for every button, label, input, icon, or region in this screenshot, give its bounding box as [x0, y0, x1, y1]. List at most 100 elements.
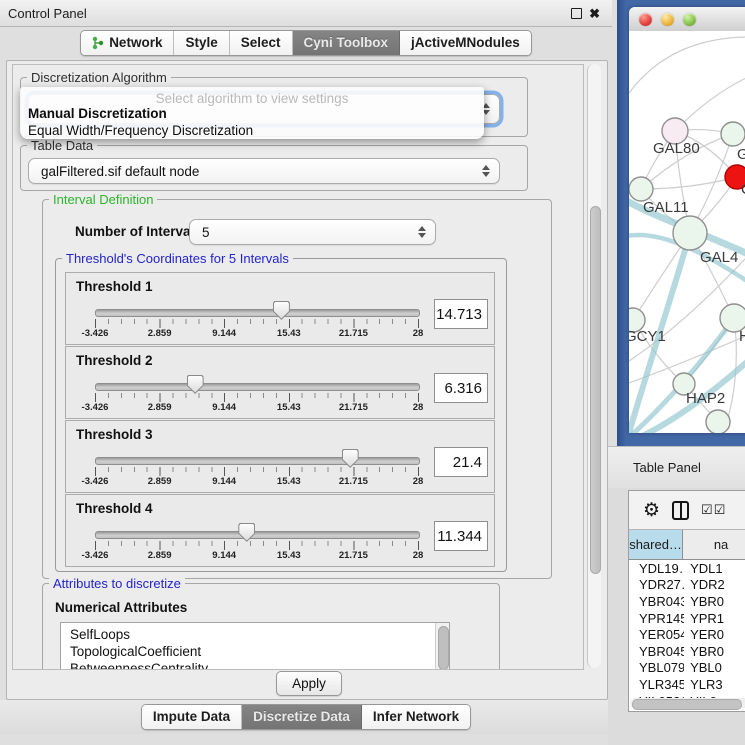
number-of-intervals-combobox[interactable]: 5	[189, 219, 436, 245]
table-cell[interactable]: YBL0	[684, 660, 745, 675]
attribute-list-item[interactable]: SelfLoops	[70, 626, 449, 643]
table-cell[interactable]: YLR3	[684, 677, 745, 692]
column-header-name[interactable]: na	[683, 530, 745, 559]
settings-scrollbar-thumb[interactable]	[590, 206, 601, 574]
tab-select[interactable]: Select	[230, 31, 293, 55]
table-cell[interactable]: YDR27…	[629, 577, 684, 592]
table-row[interactable]: YDR27…YDR2	[629, 577, 745, 594]
threshold-1-slider-track[interactable]	[95, 309, 420, 317]
slider-ticks	[95, 541, 420, 550]
upper-right-node[interactable]	[721, 122, 745, 146]
table-row[interactable]: YER054CYER0	[629, 626, 745, 643]
tick-label: -3.426	[82, 328, 109, 339]
combo-arrows-icon	[417, 226, 426, 238]
attribute-list-item[interactable]: TopologicalCoefficient	[70, 643, 449, 660]
GAL4-node[interactable]	[673, 216, 707, 250]
table-row[interactable]: YBL079WYBL0	[629, 660, 745, 677]
threshold-3-label: Threshold 3	[76, 427, 153, 442]
table-cell[interactable]: YBR0	[684, 644, 745, 659]
table-panel-title: Table Panel	[608, 460, 701, 475]
table-cell[interactable]: YPR1	[684, 611, 745, 626]
tick-label: 9.144	[212, 550, 236, 561]
threshold-3-value-field[interactable]: 21.4	[434, 447, 488, 477]
attributes-list-scrollbar[interactable]	[435, 623, 449, 670]
table-row[interactable]: YBR045CYBR0	[629, 643, 745, 660]
threshold-1-value-field[interactable]: 14.713	[434, 299, 488, 329]
tick-label: 15.43	[277, 328, 301, 339]
attribute-list-item[interactable]: BetweennessCentrality	[70, 660, 449, 670]
tab-cyni-toolbox[interactable]: Cyni Toolbox	[293, 31, 401, 55]
zoom-window-icon[interactable]	[683, 13, 696, 26]
network-window-titlebar[interactable]	[629, 7, 745, 32]
node-label-H: H	[739, 328, 745, 345]
tick-label: 9.144	[212, 402, 236, 413]
control-panel-titlebar: Control Panel ✖	[0, 0, 612, 27]
table-data-group: Table Data galFiltered.sif default node	[20, 145, 528, 191]
table-cell[interactable]: YDL19…	[629, 561, 684, 576]
threshold-4-slider-track[interactable]	[95, 531, 420, 539]
settings-vertical-scrollbar[interactable]	[587, 64, 601, 668]
tab-cyni-toolbox-label: Cyni Toolbox	[304, 35, 389, 50]
tab-network[interactable]: Network	[81, 31, 174, 55]
network-canvas[interactable]: GAL80GACGAL11GAL4GCY1HHAP2	[629, 31, 745, 433]
table-cell[interactable]: YDR2	[684, 577, 745, 592]
minimize-window-icon[interactable]	[661, 13, 674, 26]
slider-ticks	[95, 393, 420, 402]
apply-button[interactable]: Apply	[276, 671, 342, 696]
numerical-attributes-list[interactable]: SelfLoopsTopologicalCoefficientBetweenne…	[60, 622, 450, 670]
algorithm-option-manual[interactable]: Manual Discretization	[28, 106, 167, 121]
tab-infer-network[interactable]: Infer Network	[362, 705, 470, 729]
GAL11-node[interactable]	[629, 177, 653, 201]
threshold-1-slider-thumb[interactable]	[273, 301, 290, 320]
bottom-node[interactable]	[706, 410, 730, 433]
tab-impute-data-label: Impute Data	[153, 709, 230, 724]
table-row[interactable]: YBR043CYBR0	[629, 593, 745, 610]
table-cell[interactable]: YBR045C	[629, 644, 684, 659]
tick-label: 15.43	[277, 402, 301, 413]
table-cell[interactable]: YDL1	[684, 561, 745, 576]
threshold-3-slider-track[interactable]	[95, 457, 420, 465]
tick-label: 9.144	[212, 476, 236, 487]
network-graph[interactable]: GAL80GACGAL11GAL4GCY1HHAP2	[629, 31, 745, 433]
slider-ticks	[95, 467, 420, 476]
table-cell[interactable]: YBR0	[684, 594, 745, 609]
table-cell[interactable]: YER054C	[629, 627, 684, 642]
tick-label: 21.715	[339, 476, 368, 487]
tab-discretize-data[interactable]: Discretize Data	[242, 705, 362, 729]
close-panel-icon[interactable]: ✖	[589, 7, 600, 20]
tab-jactivemnodules-label: jActiveMNodules	[411, 35, 520, 50]
threshold-2-slider-track[interactable]	[95, 383, 420, 391]
table-row[interactable]: YDL19…YDL1	[629, 560, 745, 577]
discretization-algorithm-group-title: Discretization Algorithm	[27, 70, 171, 85]
algorithm-option-equal-width[interactable]: Equal Width/Frequency Discretization	[28, 123, 253, 138]
columns-icon[interactable]	[672, 501, 689, 520]
threshold-4-slider-thumb[interactable]	[238, 523, 255, 542]
table-cell[interactable]: YLR345W	[629, 677, 684, 692]
discretize-settings-viewport: Discretization Algorithm Select algorith…	[12, 64, 584, 670]
float-panel-icon[interactable]	[571, 8, 582, 19]
network-edge[interactable]	[629, 37, 745, 93]
table-cell[interactable]: YER0	[684, 627, 745, 642]
table-row[interactable]: YLR345WYLR3	[629, 676, 745, 693]
threshold-2-slider-thumb[interactable]	[187, 375, 204, 394]
node-label-GAL4: GAL4	[700, 249, 738, 266]
gear-icon[interactable]: ⚙	[643, 501, 660, 520]
threshold-3-slider-thumb[interactable]	[342, 449, 359, 468]
network-edge[interactable]	[641, 177, 737, 189]
table-cell[interactable]: YPR145W	[629, 611, 684, 626]
table-horizontal-scrollbar[interactable]	[630, 698, 745, 708]
table-hscrollbar-thumb[interactable]	[632, 699, 742, 710]
table-cell[interactable]: YBR043C	[629, 594, 684, 609]
table-data-combobox[interactable]: galFiltered.sif default node	[28, 158, 500, 184]
table-row[interactable]: YPR145WYPR1	[629, 610, 745, 627]
tab-style[interactable]: Style	[174, 31, 229, 55]
table-cell[interactable]: YBL079W	[629, 660, 684, 675]
threshold-2-value-field[interactable]: 6.316	[434, 373, 488, 403]
tab-jactivemnodules[interactable]: jActiveMNodules	[400, 31, 531, 55]
select-columns-checkboxes-icon[interactable]: ☑☑	[701, 502, 726, 518]
threshold-4-value-field[interactable]: 11.344	[434, 521, 488, 551]
tab-impute-data[interactable]: Impute Data	[142, 705, 242, 729]
numerical-attributes-label: Numerical Attributes	[55, 600, 187, 615]
column-header-shared-name[interactable]: shared…	[629, 530, 683, 559]
close-window-icon[interactable]	[639, 13, 652, 26]
